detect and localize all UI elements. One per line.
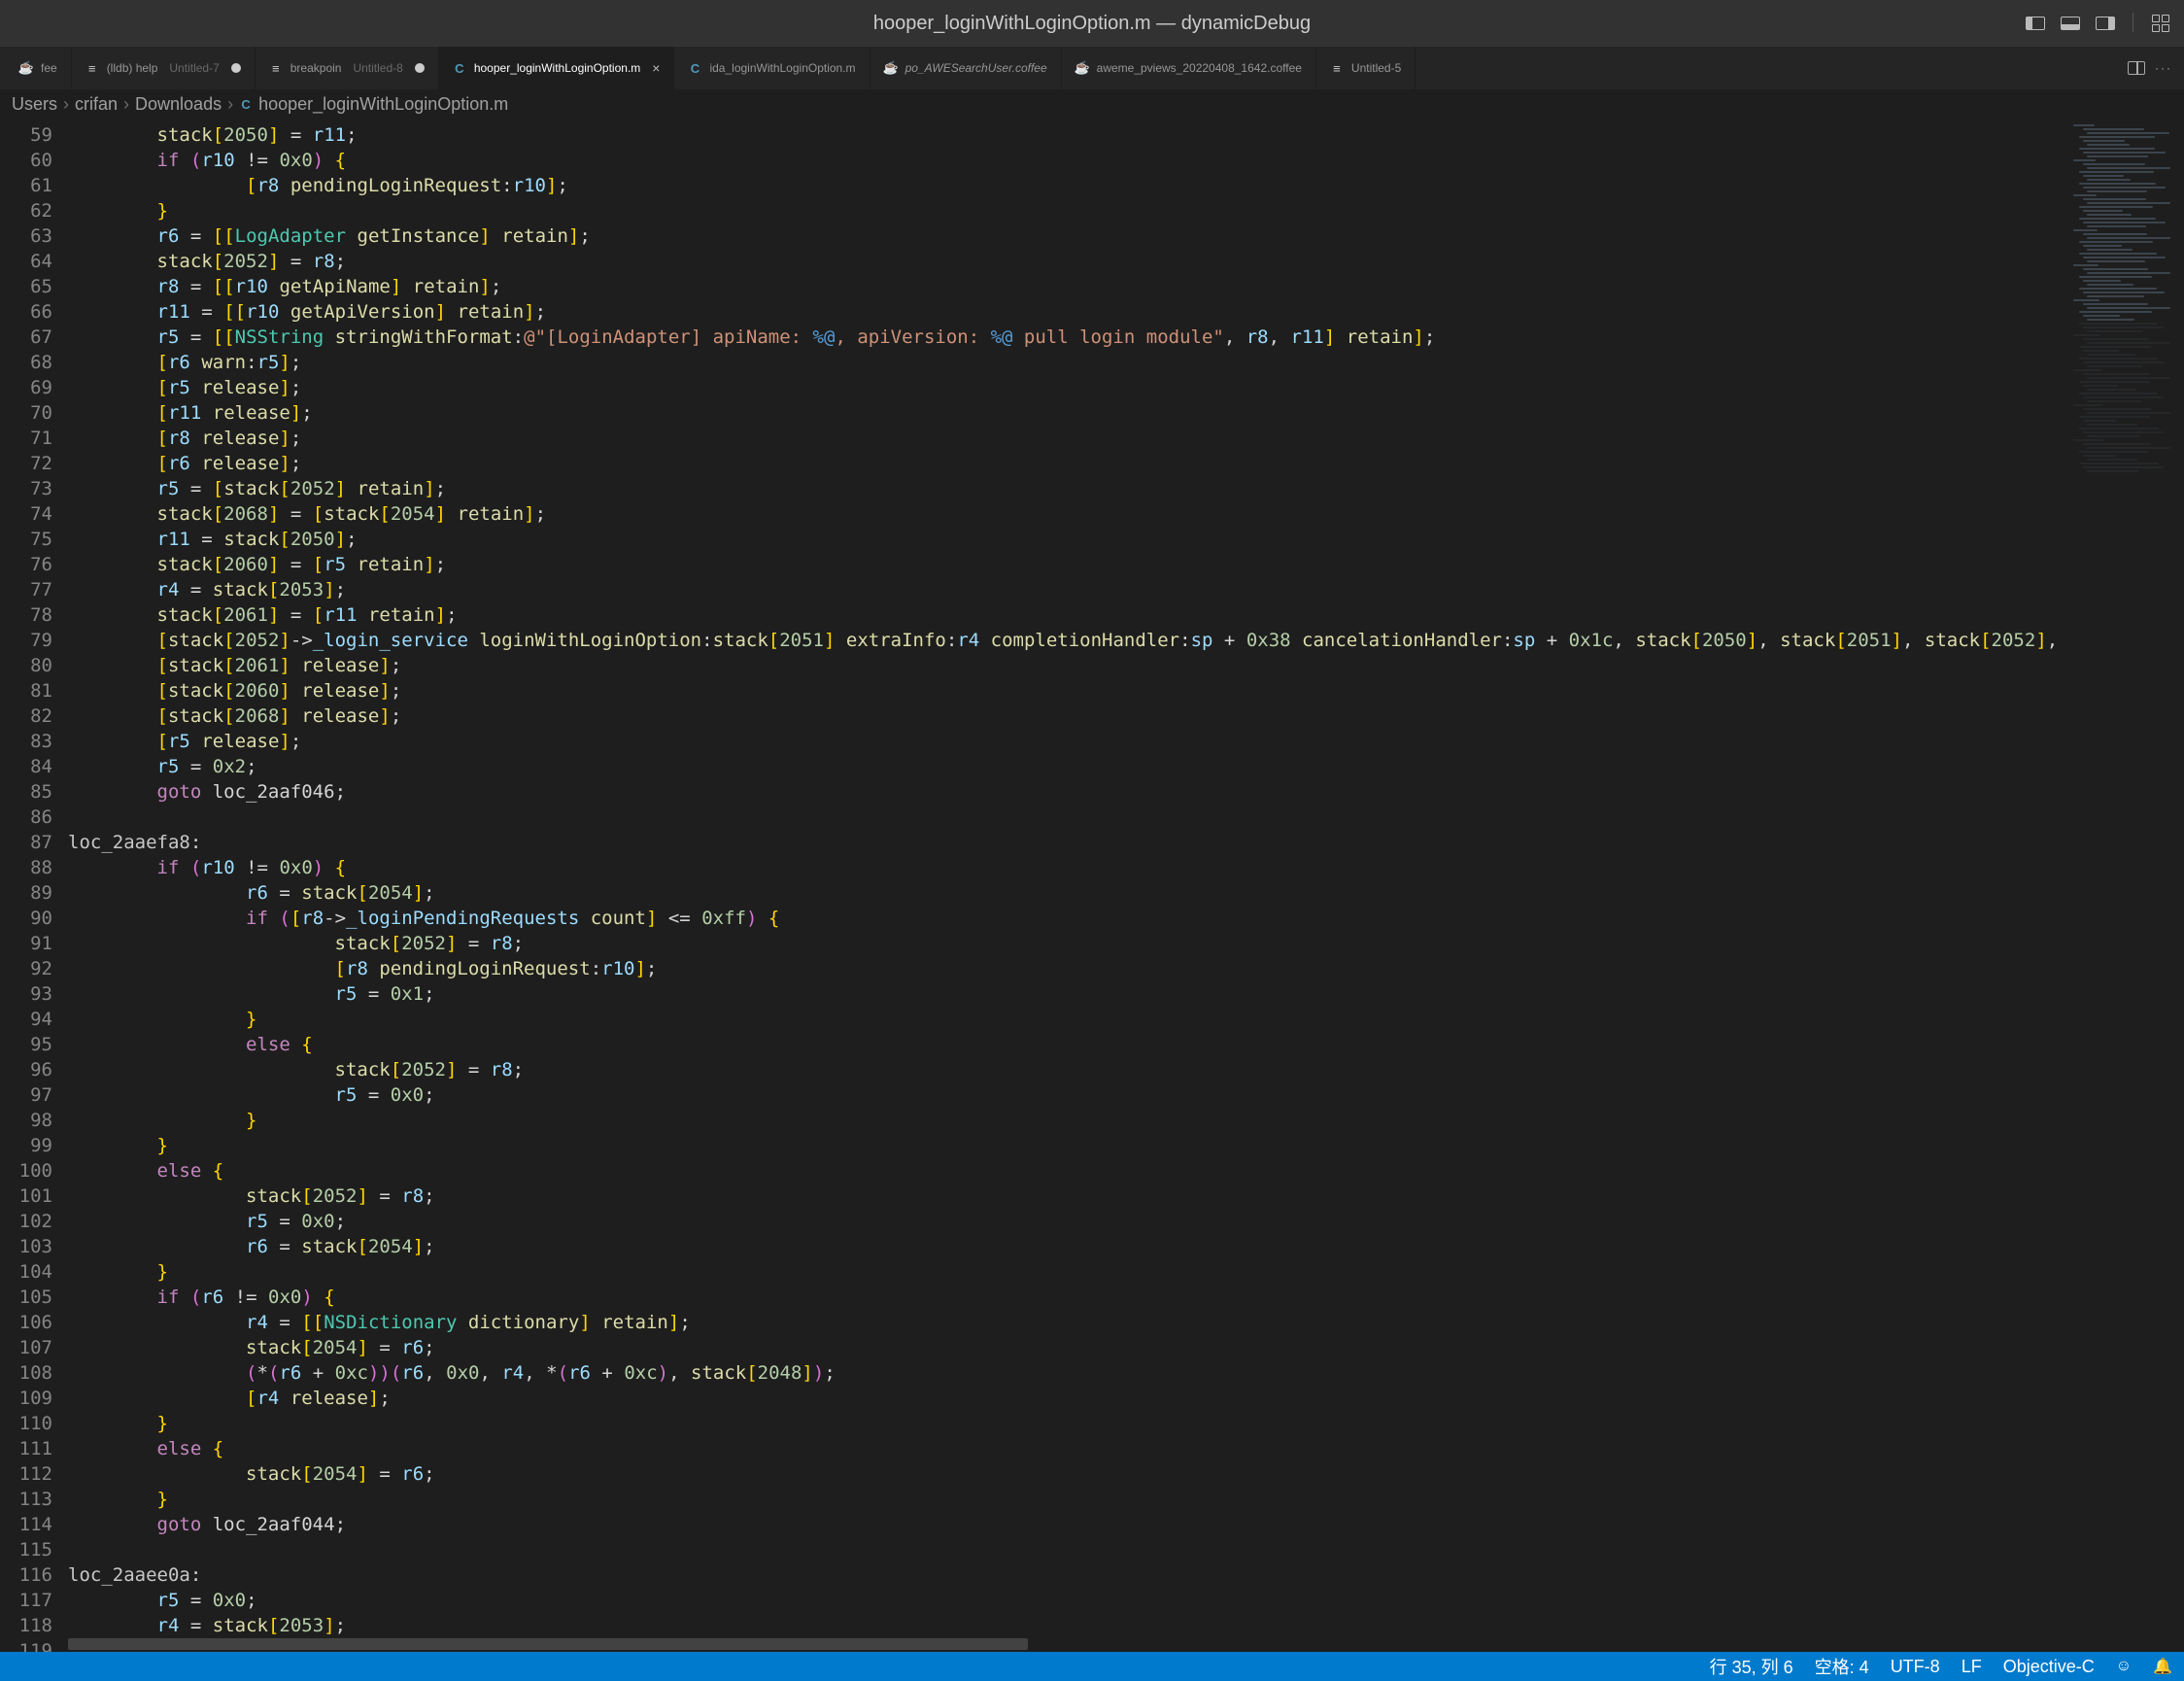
coffee-file-icon: ☕ (1075, 61, 1089, 75)
tab-sublabel: Untitled-7 (165, 61, 219, 75)
text-file-icon: ≡ (85, 61, 99, 75)
scrollbar-thumb[interactable] (68, 1638, 1028, 1650)
close-tab-button[interactable]: × (648, 60, 660, 76)
text-file-icon: ≡ (1330, 61, 1344, 75)
dirty-indicator-icon (231, 63, 241, 73)
line-number-gutter: 59 60 61 62 63 64 65 66 67 68 69 70 71 7… (0, 119, 68, 1652)
tab-label: po_AWESearchUser.coffee (905, 61, 1047, 75)
c-file-icon: C (239, 97, 253, 111)
breadcrumb-segment[interactable]: crifan (75, 94, 118, 115)
customize-layout-button[interactable] (2147, 13, 2174, 34)
breadcrumb-segment[interactable]: Downloads (135, 94, 222, 115)
tab-label: Untitled-5 (1351, 61, 1401, 75)
tab-label: aweme_pviews_20220408_1642.coffee (1097, 61, 1302, 75)
window-title: hooper_loginWithLoginOption.m — dynamicD… (0, 13, 2184, 35)
breadcrumb-segment[interactable]: Users (12, 94, 57, 115)
title-bar: hooper_loginWithLoginOption.m — dynamicD… (0, 0, 2184, 47)
tab-label: breakpoin (290, 61, 342, 75)
coffee-file-icon: ☕ (884, 61, 898, 75)
tab-label: fee (41, 61, 57, 75)
tab-ida[interactable]: Cida_loginWithLoginOption.m (674, 47, 870, 89)
c-file-icon: C (453, 61, 466, 75)
editor[interactable]: 59 60 61 62 63 64 65 66 67 68 69 70 71 7… (0, 119, 2184, 1652)
dirty-indicator-icon (415, 63, 425, 73)
tab-u5[interactable]: ≡ Untitled-5 (1316, 47, 1416, 89)
chevron-right-icon: › (123, 94, 129, 115)
c-file-icon: C (688, 61, 701, 75)
tab-po-awe[interactable]: ☕ po_AWESearchUser.coffee (870, 47, 1062, 89)
status-spaces[interactable]: 空格: 4 (1815, 1654, 1869, 1679)
text-file-icon: ≡ (269, 61, 283, 75)
coffee-file-icon: ☕ (19, 61, 33, 75)
tab-hooper[interactable]: Chooper_loginWithLoginOption.m × (439, 47, 675, 89)
status-bar: 行 35, 列 6 空格: 4 UTF-8 LF Objective-C ☺ 🔔 (0, 1652, 2184, 1681)
breadcrumb-file[interactable]: hooper_loginWithLoginOption.m (258, 94, 508, 115)
tab-bar: ☕ fee ≡ (lldb) help Untitled-7 ≡ breakpoin Unti… (0, 47, 2184, 89)
tab-label: hooper_loginWithLoginOption.m (474, 61, 640, 75)
horizontal-scrollbar[interactable] (68, 1636, 2067, 1652)
tab-label: ida_loginWithLoginOption.m (709, 61, 855, 75)
status-encoding[interactable]: UTF-8 (1891, 1657, 1940, 1677)
breadcrumb[interactable]: Users › crifan › Downloads › C hooper_lo… (0, 89, 2184, 119)
tab-aweme[interactable]: ☕ aweme_pviews_20220408_1642.coffee (1062, 47, 1316, 89)
minimap[interactable] (2067, 119, 2184, 1652)
tab-label: (lldb) help (107, 61, 158, 75)
tab-sublabel: Untitled-8 (349, 61, 402, 75)
notifications-icon[interactable]: 🔔 (2153, 1657, 2172, 1676)
code-content[interactable]: stack[2050] = r11; if (r10 != 0x0) { [r8… (68, 119, 2067, 1652)
status-line-col[interactable]: 行 35, 列 6 (1710, 1654, 1793, 1679)
status-language[interactable]: Objective-C (2003, 1657, 2095, 1677)
chevron-right-icon: › (227, 94, 233, 115)
status-eol[interactable]: LF (1962, 1657, 1982, 1677)
tab-breakpoin[interactable]: ≡ breakpoin Untitled-8 (256, 47, 439, 89)
tab-lldb-help[interactable]: ≡ (lldb) help Untitled-7 (72, 47, 256, 89)
tab-partial-left[interactable]: ☕ fee (6, 47, 72, 89)
toggle-right-panel-button[interactable] (2092, 13, 2119, 34)
split-editor-button[interactable] (2128, 61, 2145, 75)
feedback-icon[interactable]: ☺ (2116, 1658, 2132, 1675)
more-actions-button[interactable]: ··· (2155, 61, 2172, 75)
chevron-right-icon: › (63, 94, 69, 115)
toggle-left-panel-button[interactable] (2022, 13, 2049, 34)
toggle-bottom-panel-button[interactable] (2057, 13, 2084, 34)
